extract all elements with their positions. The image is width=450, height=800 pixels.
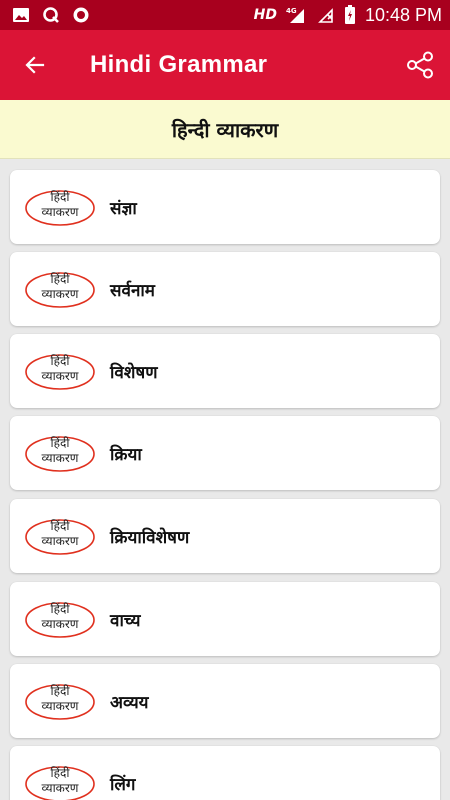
list-item-label: लिंग <box>110 774 136 795</box>
status-time: 10:48 PM <box>364 4 442 25</box>
hindi-vyakaran-logo-icon: हिंदी व्याकरण <box>24 515 96 557</box>
hindi-vyakaran-logo-icon: हिंदी व्याकरण <box>24 680 96 722</box>
list-item-label: अव्यय <box>110 692 149 713</box>
list-item-label: क्रियाविशेषण <box>110 527 190 548</box>
q-icon <box>42 6 60 24</box>
list-item[interactable]: हिंदी व्याकरण विशेषण <box>10 334 440 408</box>
hindi-vyakaran-logo-icon: हिंदी व्याकरण <box>24 598 96 640</box>
hindi-vyakaran-logo-icon: हिंदी व्याकरण <box>24 268 96 310</box>
list-item[interactable]: हिंदी व्याकरण संज्ञा <box>10 170 440 244</box>
list-item[interactable]: हिंदी व्याकरण क्रियाविशेषण <box>10 499 440 573</box>
list-item[interactable]: हिंदी व्याकरण अव्यय <box>10 664 440 738</box>
status-bar-system: HD 4G 10:48 PM <box>254 5 442 26</box>
list-item-label: वाच्य <box>110 610 141 631</box>
hindi-vyakaran-logo-icon: हिंदी व्याकरण <box>24 350 96 392</box>
image-icon <box>12 7 30 23</box>
hindi-vyakaran-logo-icon: हिंदी व्याकरण <box>24 432 96 474</box>
list-item-label: संज्ञा <box>110 198 137 219</box>
arrow-left-icon <box>25 56 45 74</box>
status-bar: HD 4G 10:48 PM <box>0 0 450 30</box>
hd-icon: HD <box>253 7 277 23</box>
wifi-off-icon <box>317 6 335 24</box>
list-item-label: क्रिया <box>110 444 142 465</box>
battery-icon <box>344 5 356 25</box>
section-header-title: हिन्दी व्याकरण <box>171 117 279 142</box>
list-item[interactable]: हिंदी व्याकरण क्रिया <box>10 416 440 490</box>
list-item-label: सर्वनाम <box>110 280 155 301</box>
svg-text:4G: 4G <box>286 7 297 15</box>
share-button[interactable] <box>396 41 444 89</box>
app-bar: Hindi Grammar <box>0 30 450 100</box>
list-item[interactable]: हिंदी व्याकरण वाच्य <box>10 582 440 656</box>
page-title: Hindi Grammar <box>90 51 268 78</box>
record-icon <box>72 6 90 24</box>
back-button[interactable] <box>11 41 59 89</box>
hindi-vyakaran-logo-icon: हिंदी व्याकरण <box>24 186 96 228</box>
topic-list[interactable]: हिंदी व्याकरण संज्ञा हिंदी व्याकरण सर्वनाम… <box>0 158 450 800</box>
list-item-label: विशेषण <box>110 362 158 383</box>
share-icon <box>407 51 433 79</box>
signal-icon: 4G <box>286 6 308 24</box>
section-header: हिन्दी व्याकरण <box>0 100 450 159</box>
hindi-vyakaran-logo-icon: हिंदी व्याकरण <box>24 762 96 800</box>
list-item[interactable]: हिंदी व्याकरण लिंग <box>10 746 440 800</box>
list-item[interactable]: हिंदी व्याकरण सर्वनाम <box>10 252 440 326</box>
status-bar-notifications <box>12 6 90 24</box>
